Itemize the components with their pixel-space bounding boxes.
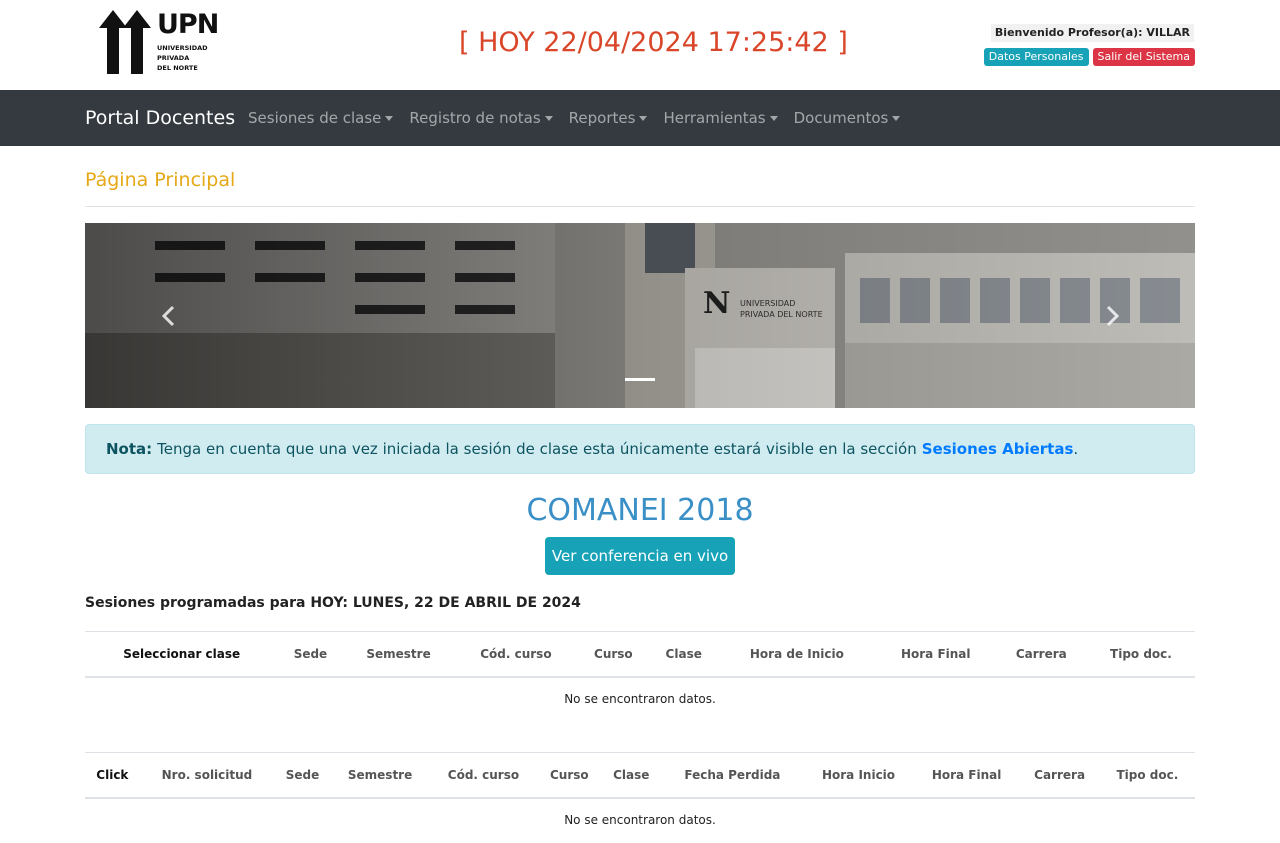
logout-button[interactable]: Salir del Sistema bbox=[1092, 48, 1195, 66]
col-semestre: Semestre bbox=[342, 631, 455, 678]
col-tipo-doc: Tipo doc. bbox=[1086, 631, 1195, 678]
nav-label: Registro de notas bbox=[409, 109, 541, 127]
caret-down-icon bbox=[769, 115, 778, 121]
open-sessions-link[interactable]: Sesiones Abiertas bbox=[922, 440, 1074, 458]
header-actions: Datos Personales Salir del Sistema bbox=[983, 48, 1195, 66]
table-header-row: Click Nro. solicitud Sede Semestre Cód. … bbox=[85, 752, 1195, 799]
personal-data-button[interactable]: Datos Personales bbox=[983, 48, 1089, 66]
nav-label: Sesiones de clase bbox=[248, 109, 382, 127]
col-semestre: Semestre bbox=[330, 752, 430, 799]
page-title: Página Principal bbox=[85, 169, 236, 191]
col-click: Click bbox=[85, 752, 140, 799]
carousel-prev-button[interactable] bbox=[85, 223, 250, 408]
nav-documentos[interactable]: Documentos bbox=[786, 90, 909, 146]
alert-suffix: . bbox=[1073, 440, 1079, 458]
col-clase: Clase bbox=[649, 631, 718, 678]
col-hora-final: Hora Final bbox=[875, 631, 996, 678]
col-carrera: Carrera bbox=[995, 631, 1087, 678]
col-seleccionar-clase: Seleccionar clase bbox=[85, 631, 279, 678]
current-datetime: [ HOY 22/04/2024 17:25:42 ] bbox=[459, 27, 848, 58]
welcome-text: Bienvenido Profesor(a): VILLAR bbox=[994, 26, 1190, 39]
chevron-left-icon bbox=[161, 305, 174, 326]
nav-menu: Sesiones de clase Registro de notas Repo… bbox=[240, 90, 908, 146]
caret-down-icon bbox=[544, 115, 553, 121]
logo-text: UPN bbox=[157, 9, 219, 40]
col-cod-curso: Cód. curso bbox=[429, 752, 538, 799]
logo-subtext: UNIVERSIDAD PRIVADA DEL NORTE bbox=[157, 44, 208, 72]
chevron-right-icon bbox=[1106, 305, 1119, 326]
scheduled-sessions-table: Seleccionar clase Sede Semestre Cód. cur… bbox=[85, 631, 1195, 721]
conference-title: COMANEI 2018 bbox=[526, 493, 754, 528]
welcome-label: Bienvenido Profesor(a): VILLAR bbox=[990, 24, 1194, 42]
col-clase: Clase bbox=[601, 752, 662, 799]
col-tipo-doc: Tipo doc. bbox=[1099, 752, 1195, 799]
main-navbar: Portal Docentes Sesiones de clase Regist… bbox=[0, 90, 1280, 146]
info-alert: Nota: Tenga en cuenta que una vez inicia… bbox=[85, 424, 1195, 474]
empty-message: No se encontraron datos. bbox=[564, 692, 716, 706]
col-carrera: Carrera bbox=[1019, 752, 1100, 799]
nav-registro-de-notas[interactable]: Registro de notas bbox=[401, 90, 560, 146]
col-cod-curso: Cód. curso bbox=[454, 631, 578, 678]
nav-label: Reportes bbox=[568, 109, 636, 127]
col-hora-final: Hora Final bbox=[913, 752, 1020, 799]
image-carousel[interactable]: N UNIVERSIDAD PRIVADA DEL NORTE bbox=[85, 223, 1195, 408]
live-conference-button[interactable]: Ver conferencia en vivo bbox=[545, 537, 735, 575]
col-curso: Curso bbox=[577, 631, 650, 678]
table-row: No se encontraron datos. bbox=[85, 798, 1195, 842]
nav-sesiones-de-clase[interactable]: Sesiones de clase bbox=[240, 90, 401, 146]
navbar-brand[interactable]: Portal Docentes bbox=[85, 106, 235, 130]
nav-reportes[interactable]: Reportes bbox=[561, 90, 656, 146]
nav-label: Herramientas bbox=[663, 109, 766, 127]
table-row: No se encontraron datos. bbox=[85, 677, 1195, 721]
table-header-row: Seleccionar clase Sede Semestre Cód. cur… bbox=[85, 631, 1195, 678]
col-nro-solicitud: Nro. solicitud bbox=[139, 752, 275, 799]
caret-down-icon bbox=[892, 115, 901, 121]
sessions-title: Sesiones programadas para HOY: LUNES, 22… bbox=[85, 595, 581, 611]
alert-label: Nota: bbox=[106, 440, 153, 458]
nav-label: Documentos bbox=[793, 109, 889, 127]
col-curso: Curso bbox=[537, 752, 602, 799]
top-header: UPN UNIVERSIDAD PRIVADA DEL NORTE [ HOY … bbox=[0, 0, 1280, 90]
col-sede: Sede bbox=[274, 752, 331, 799]
carousel-indicator[interactable] bbox=[625, 378, 655, 381]
lost-sessions-table: Click Nro. solicitud Sede Semestre Cód. … bbox=[85, 752, 1195, 842]
caret-down-icon bbox=[385, 115, 394, 121]
upn-logo[interactable]: UPN UNIVERSIDAD PRIVADA DEL NORTE bbox=[99, 10, 219, 76]
col-fecha-perdida: Fecha Perdida bbox=[661, 752, 804, 799]
col-sede: Sede bbox=[278, 631, 343, 678]
caret-down-icon bbox=[639, 115, 648, 121]
alert-text: Tenga en cuenta que una vez iniciada la … bbox=[157, 440, 917, 458]
empty-message: No se encontraron datos. bbox=[564, 813, 716, 827]
title-divider bbox=[85, 206, 1195, 207]
carousel-next-button[interactable] bbox=[1030, 223, 1195, 408]
col-hora-inicio: Hora de Inicio bbox=[717, 631, 876, 678]
col-hora-inicio: Hora Inicio bbox=[803, 752, 914, 799]
nav-herramientas[interactable]: Herramientas bbox=[655, 90, 785, 146]
upn-arrows-icon bbox=[99, 10, 151, 74]
